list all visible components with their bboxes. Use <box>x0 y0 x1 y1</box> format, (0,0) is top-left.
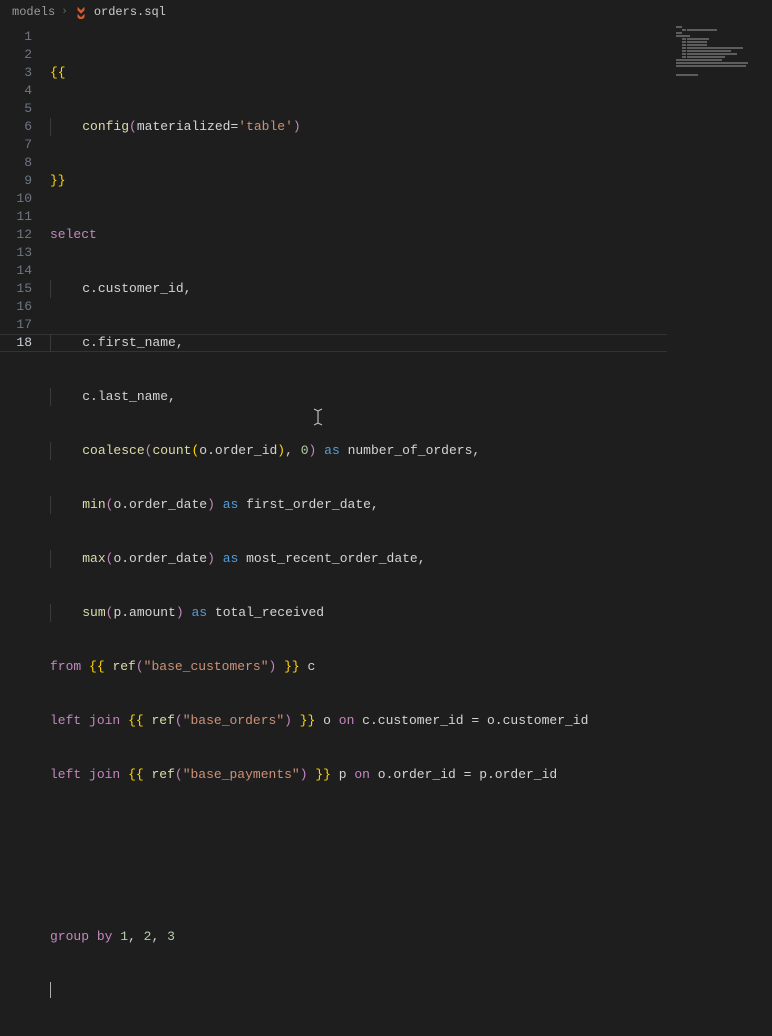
breadcrumb-file[interactable]: orders.sql <box>94 5 166 19</box>
line-number: 16 <box>0 298 32 316</box>
line-number: 3 <box>0 64 32 82</box>
code-editor[interactable]: 1 2 3 4 5 6 7 8 9 10 11 12 13 14 15 16 1… <box>0 24 772 660</box>
line-number: 2 <box>0 46 32 64</box>
line-number: 4 <box>0 82 32 100</box>
line-number: 5 <box>0 100 32 118</box>
line-number: 6 <box>0 118 32 136</box>
line-number: 10 <box>0 190 32 208</box>
line-number: 11 <box>0 208 32 226</box>
line-number-gutter: 1 2 3 4 5 6 7 8 9 10 11 12 13 14 15 16 1… <box>0 24 50 660</box>
line-number: 1 <box>0 28 32 46</box>
code-content[interactable]: {{ config(materialized='table') }} selec… <box>50 24 772 660</box>
line-number: 13 <box>0 244 32 262</box>
chevron-right-icon: › <box>61 6 68 18</box>
breadcrumb[interactable]: models › orders.sql <box>0 0 772 24</box>
line-number: 9 <box>0 172 32 190</box>
line-number: 7 <box>0 136 32 154</box>
line-number: 18 <box>0 334 32 352</box>
breadcrumb-folder[interactable]: models <box>12 5 55 19</box>
line-number: 14 <box>0 262 32 280</box>
sql-file-icon <box>74 5 88 19</box>
line-number: 15 <box>0 280 32 298</box>
text-cursor <box>50 982 51 998</box>
line-number: 12 <box>0 226 32 244</box>
line-number: 8 <box>0 154 32 172</box>
line-number: 17 <box>0 316 32 334</box>
